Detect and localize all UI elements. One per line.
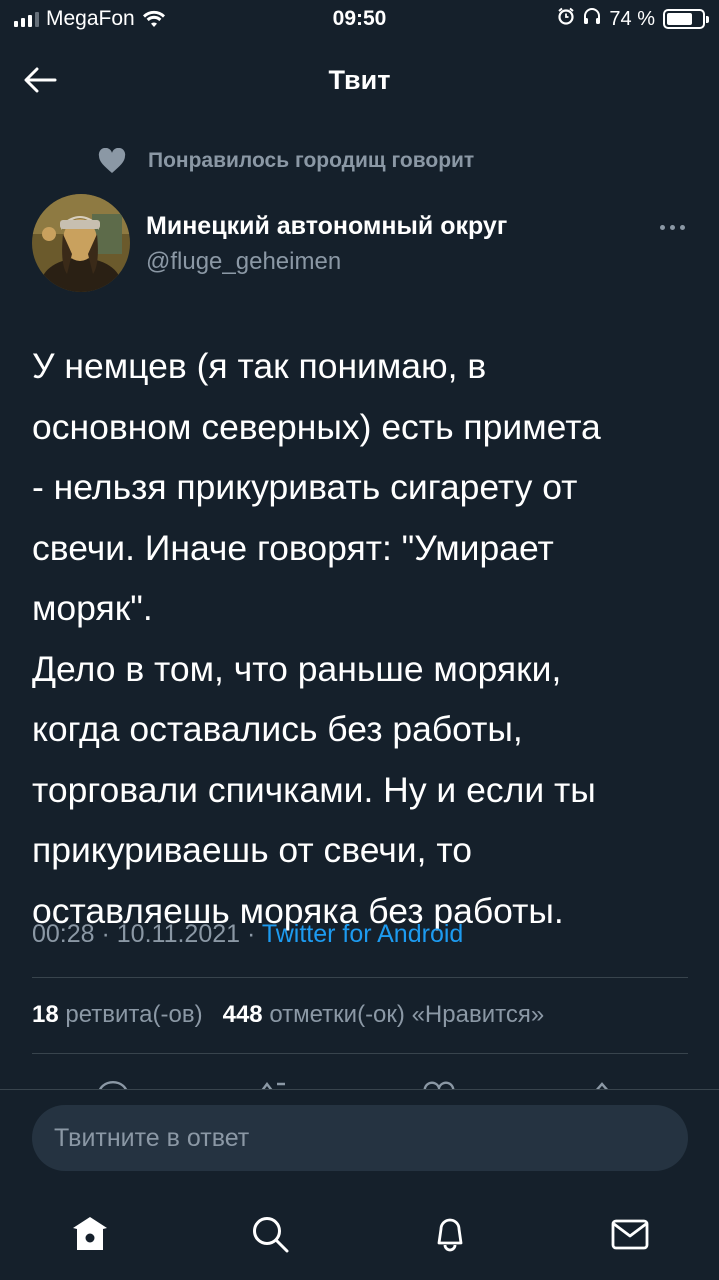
divider [32,977,688,978]
battery-percent: 74 % [609,7,655,30]
envelope-icon [611,1219,649,1250]
social-context[interactable]: Понравилось городищ говорит [98,148,474,174]
tweet-source-link[interactable]: Twitter for Android [262,920,463,948]
author-handle[interactable]: @fluge_geheimen [146,248,341,276]
header: Твит [0,48,719,114]
tweet-meta: 00:28 · 10.11.2021 · Twitter for Android [32,920,463,949]
alarm-icon [557,7,575,31]
search-icon [253,1217,289,1253]
home-icon [73,1217,107,1250]
tweet-line: основном северных) есть примета [32,406,601,447]
divider [32,1053,688,1054]
tweet-line: прикуриваешь от свечи, то [32,830,472,870]
status-right: 74 % [557,7,709,31]
page-title: Твит [328,65,391,95]
likes-label: отметки(-ок) «Нравится» [269,1001,545,1028]
tweet-line: Дело в том, что раньше моряки, [32,648,562,689]
retweets-count: 18 [32,1001,59,1028]
status-bar: MegaFon 09:50 74 % [0,0,719,40]
heart-icon [98,148,126,173]
tweet-actions [0,1074,719,1090]
tweet-line: торговали спичками. Ну и если ты [32,769,596,810]
headphones-icon [583,7,601,31]
tab-home[interactable] [68,1212,112,1256]
tweet-line: свечи. Иначе говорят: "Умирает [32,527,554,568]
retweets-stat[interactable]: 18 ретвита(-ов) [32,1001,203,1028]
tweet-text: У немцев (я так понимаю, в основном севе… [32,336,702,941]
battery-icon [663,9,709,29]
likes-count: 448 [222,1001,263,1028]
social-context-text: Понравилось городищ говорит [148,149,475,172]
more-options-button[interactable] [652,215,692,239]
tweet-line: У немцев (я так понимаю, в [32,346,487,386]
tweet-line: когда оставались без работы, [32,709,523,749]
author-name[interactable]: Минецкий автономный округ [146,212,507,241]
tab-search[interactable] [248,1212,292,1256]
bell-icon [437,1218,463,1252]
meta-separator: · [240,920,262,948]
likes-stat[interactable]: 448 отметки(-ок) «Нравится» [223,1001,545,1028]
tab-notifications[interactable] [428,1212,472,1256]
avatar[interactable] [32,194,130,292]
more-horizontal-icon [659,224,665,230]
tweet-line: моряк". [32,588,153,628]
meta-separator: · [94,920,117,948]
tweet-line: - нельзя прикуривать сигарету от [32,467,578,507]
tweet-time: 00:28 [32,920,95,948]
tweet-date: 10.11.2021 [116,920,241,948]
retweets-label: ретвита(-ов) [65,1001,203,1028]
tab-messages[interactable] [608,1212,652,1256]
reply-input[interactable]: Твитните в ответ [32,1105,688,1171]
tweet-stats: 18 ретвита(-ов) 448 отметки(-ок) «Нравит… [32,1001,544,1029]
